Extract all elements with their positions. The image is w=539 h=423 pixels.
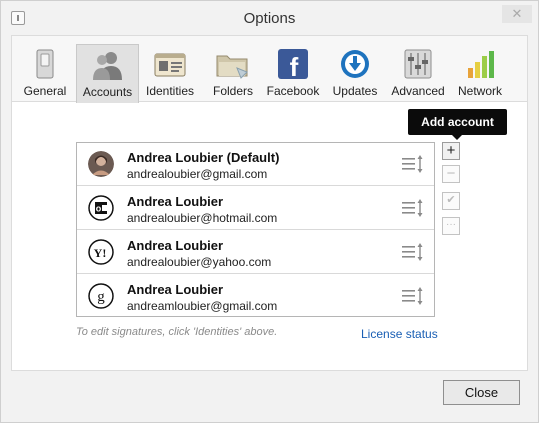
tab-label: Updates bbox=[332, 84, 378, 98]
account-name: Andrea Loubier bbox=[127, 194, 224, 209]
svg-text:g: g bbox=[97, 289, 105, 305]
tab-label: Network bbox=[457, 84, 502, 98]
sliders-icon bbox=[404, 49, 432, 79]
account-name: Andrea Loubier bbox=[127, 282, 224, 297]
tab-label: Facebook bbox=[266, 84, 320, 98]
tab-label: Folders bbox=[212, 84, 253, 98]
window-title: Options bbox=[243, 10, 296, 27]
tab-folders[interactable]: Folders bbox=[208, 48, 258, 102]
tab-advanced[interactable]: Advanced bbox=[390, 48, 446, 102]
account-row[interactable]: o Andrea Loubier andrealoubier@hotmail.c… bbox=[77, 187, 434, 230]
account-email: andrealoubier@gmail.com bbox=[127, 167, 268, 181]
drag-handle-icon[interactable] bbox=[402, 198, 424, 218]
account-email: andrealoubier@hotmail.com bbox=[127, 211, 278, 225]
signal-bars-icon bbox=[468, 51, 494, 78]
account-email: andreamloubier@gmail.com bbox=[127, 299, 278, 313]
users-icon bbox=[92, 52, 122, 80]
signature-hint: To edit signatures, click 'Identities' a… bbox=[76, 326, 278, 338]
svg-text:o: o bbox=[96, 204, 102, 214]
download-icon bbox=[341, 50, 369, 78]
account-name: Andrea Loubier bbox=[127, 238, 224, 253]
account-email: andrealoubier@yahoo.com bbox=[127, 255, 272, 269]
outlook-icon: o bbox=[88, 195, 114, 221]
close-button[interactable]: Close bbox=[443, 380, 520, 405]
account-row[interactable]: g Andrea Loubier andreamloubier@gmail.co… bbox=[77, 275, 434, 318]
tab-label: Accounts bbox=[82, 85, 133, 99]
avatar-icon bbox=[88, 151, 114, 177]
google-icon: g bbox=[88, 283, 114, 309]
tab-label: General bbox=[23, 84, 67, 98]
options-window: Options ✕ General Accounts Identities Fo… bbox=[0, 0, 539, 423]
drag-handle-icon[interactable] bbox=[402, 242, 424, 262]
window-close-button[interactable]: ✕ bbox=[502, 5, 532, 23]
title-bar: Options ✕ bbox=[1, 1, 538, 35]
folder-icon bbox=[216, 55, 248, 79]
set-default-button[interactable]: ✔ bbox=[442, 192, 460, 210]
tab-accounts[interactable]: Accounts bbox=[76, 44, 139, 103]
dialog-footer: Close bbox=[2, 372, 537, 422]
add-account-tooltip: Add account bbox=[408, 109, 507, 140]
svg-text:Y!: Y! bbox=[94, 246, 107, 260]
id-card-icon bbox=[154, 53, 186, 77]
yahoo-icon: Y! bbox=[88, 239, 114, 265]
tab-updates[interactable]: Updates bbox=[330, 48, 380, 102]
add-account-button[interactable]: + bbox=[442, 142, 460, 160]
options-toolbar: General Accounts Identities Folders f Fa… bbox=[12, 36, 527, 103]
tab-identities[interactable]: Identities bbox=[142, 48, 198, 102]
remove-account-button[interactable]: − bbox=[442, 165, 460, 183]
drag-handle-icon[interactable] bbox=[402, 154, 424, 174]
license-status-link[interactable]: License status bbox=[361, 327, 438, 341]
more-options-button[interactable]: ··· bbox=[442, 217, 460, 235]
tab-label: Identities bbox=[145, 84, 195, 98]
switch-icon bbox=[36, 49, 54, 79]
tab-general[interactable]: General bbox=[18, 48, 72, 102]
drag-handle-icon[interactable] bbox=[402, 286, 424, 306]
tab-label: Advanced bbox=[391, 84, 445, 98]
options-content: General Accounts Identities Folders f Fa… bbox=[11, 35, 528, 371]
account-name: Andrea Loubier (Default) bbox=[127, 150, 280, 165]
accounts-list: Andrea Loubier (Default) andrealoubier@g… bbox=[76, 142, 435, 317]
svg-text:f: f bbox=[290, 52, 299, 80]
tab-facebook[interactable]: f Facebook bbox=[265, 48, 321, 102]
tab-network[interactable]: Network bbox=[453, 48, 507, 102]
account-row[interactable]: Andrea Loubier (Default) andrealoubier@g… bbox=[77, 143, 434, 186]
facebook-icon: f bbox=[278, 49, 308, 80]
account-row[interactable]: Y! Andrea Loubier andrealoubier@yahoo.co… bbox=[77, 231, 434, 274]
